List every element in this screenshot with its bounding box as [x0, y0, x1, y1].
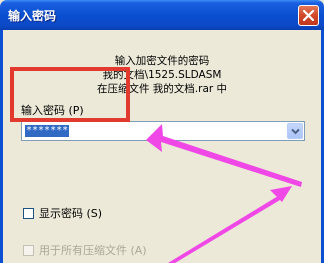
password-dialog: 输入密码 输入加密文件的密码 我的文档\1525.SLDASM 在压缩文件 我的… [0, 0, 324, 263]
use-for-all-archives-checkbox[interactable]: 用于所有压缩文件 (A) [23, 242, 147, 258]
password-dropdown-button[interactable] [287, 123, 303, 139]
close-icon [302, 9, 315, 22]
use-for-all-archives-box[interactable] [23, 244, 34, 256]
password-input[interactable]: ******* [21, 121, 305, 141]
highlight-box [10, 67, 130, 122]
close-button[interactable] [298, 5, 319, 26]
chevron-down-icon [291, 128, 300, 135]
show-password-label: 显示密码 (S) [39, 207, 103, 220]
title-bar: 输入密码 [0, 0, 324, 30]
dialog-title: 输入密码 [8, 9, 57, 23]
show-password-box[interactable] [23, 207, 34, 219]
password-value: ******* [25, 125, 70, 137]
use-for-all-archives-label: 用于所有压缩文件 (A) [39, 244, 147, 257]
message-line-1: 输入加密文件的密码 [114, 55, 210, 67]
show-password-checkbox[interactable]: 显示密码 (S) [23, 205, 102, 221]
dialog-body: 输入加密文件的密码 我的文档\1525.SLDASM 在压缩文件 我的文档.ra… [3, 30, 321, 263]
